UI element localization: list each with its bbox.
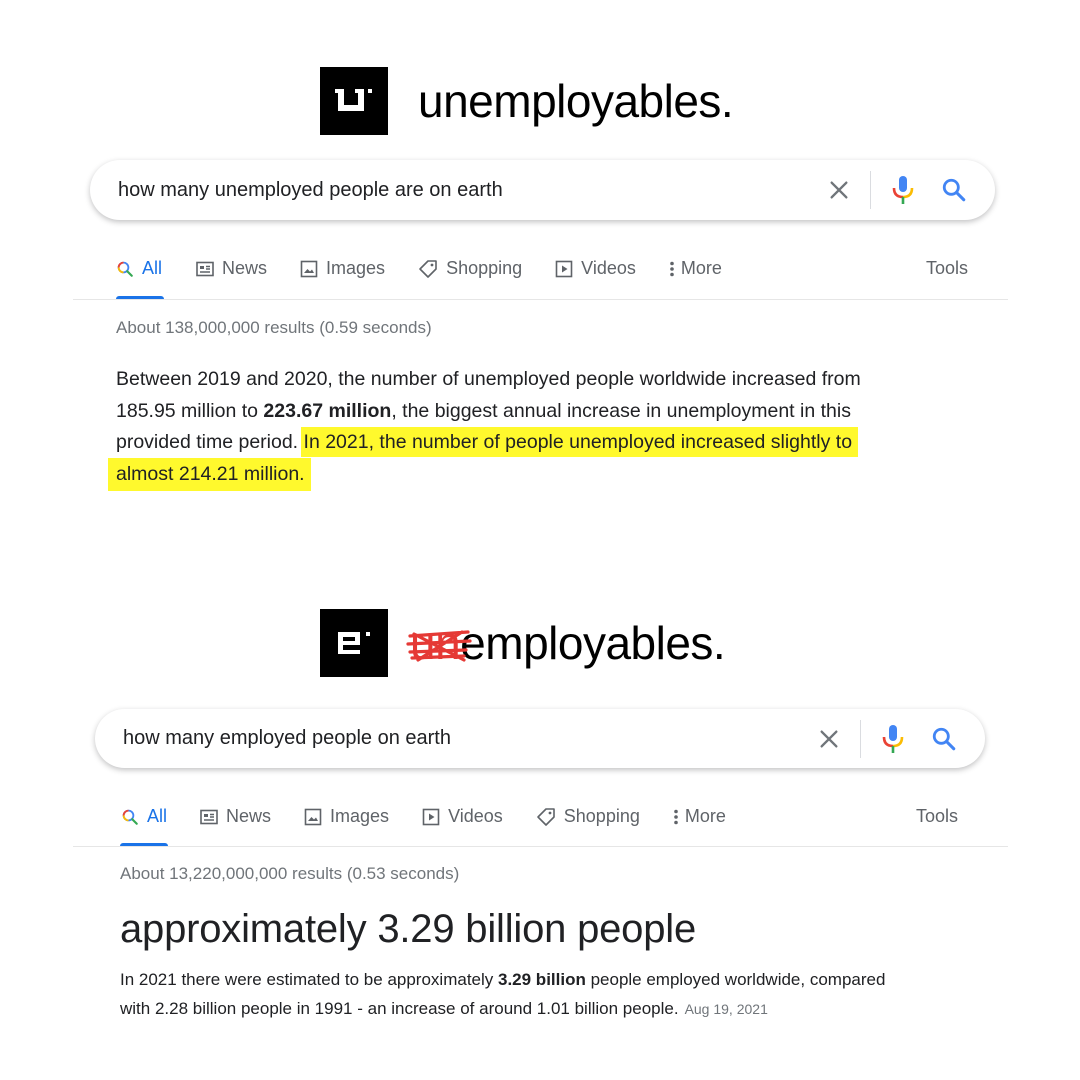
search-divider bbox=[860, 719, 861, 758]
scribble-strike-icon bbox=[406, 630, 472, 662]
tab-news[interactable]: News bbox=[200, 806, 271, 827]
tab-label: Videos bbox=[581, 258, 636, 278]
tab-videos[interactable]: Videos bbox=[422, 806, 503, 827]
tab-label: News bbox=[222, 258, 268, 278]
image-icon bbox=[300, 260, 318, 278]
tab-videos[interactable]: Videos bbox=[555, 258, 636, 279]
snippet-line: In 2021 there were estimated to be appro… bbox=[120, 970, 886, 989]
search-tabs: All News Images Videos Shopping More bbox=[121, 806, 726, 827]
tab-label: Images bbox=[330, 806, 390, 826]
search-divider bbox=[870, 171, 871, 209]
tab-all[interactable]: All bbox=[116, 258, 162, 279]
search-bar[interactable]: how many unemployed people are on earth bbox=[90, 160, 995, 220]
brand-wordmark: un employables. bbox=[406, 620, 726, 666]
tabs-divider bbox=[73, 299, 1008, 300]
e-logo-glyph-icon bbox=[338, 632, 370, 654]
tab-all[interactable]: All bbox=[121, 806, 167, 827]
tools-button[interactable]: Tools bbox=[926, 258, 968, 279]
tab-label: News bbox=[226, 806, 272, 826]
answer-headline: approximately 3.29 billion people bbox=[120, 907, 696, 951]
snippet-line: Between 2019 and 2020, the number of une… bbox=[116, 368, 861, 390]
tab-shopping[interactable]: Shopping bbox=[536, 806, 640, 827]
dots-vertical-icon bbox=[673, 808, 679, 826]
bottom-brand: un employables. bbox=[320, 609, 726, 677]
tab-images[interactable]: Images bbox=[300, 258, 385, 279]
tab-more[interactable]: More bbox=[673, 806, 726, 827]
brand-wordmark: unemployables. bbox=[418, 75, 734, 127]
news-icon bbox=[196, 261, 214, 277]
mic-icon[interactable] bbox=[881, 724, 905, 754]
featured-snippet: In 2021 there were estimated to be appro… bbox=[120, 966, 980, 1023]
employables-logo bbox=[320, 609, 388, 677]
tab-label: Shopping bbox=[446, 258, 523, 278]
tab-news[interactable]: News bbox=[196, 258, 267, 279]
tag-icon bbox=[536, 807, 556, 827]
search-input[interactable]: how many employed people on earth bbox=[123, 727, 818, 750]
top-brand: unemployables. bbox=[320, 67, 734, 135]
search-bar[interactable]: how many employed people on earth bbox=[95, 709, 985, 768]
unemployables-logo bbox=[320, 67, 388, 135]
tab-label: Videos bbox=[448, 806, 503, 826]
struck-prefix: un bbox=[406, 620, 472, 666]
clear-icon[interactable] bbox=[818, 728, 840, 750]
tools-button[interactable]: Tools bbox=[916, 806, 958, 827]
featured-snippet: Between 2019 and 2020, the number of une… bbox=[108, 364, 956, 491]
snippet-date: Aug 19, 2021 bbox=[684, 1000, 768, 1017]
snippet-line: with 2.28 billion people in 1991 - an in… bbox=[120, 998, 768, 1018]
snippet-line: provided time period. In 2021, the numbe… bbox=[116, 427, 956, 459]
search-tabs: All News Images Shopping Videos More bbox=[116, 258, 722, 279]
tab-shopping[interactable]: Shopping bbox=[418, 258, 522, 279]
clear-icon[interactable] bbox=[828, 179, 850, 201]
news-icon bbox=[200, 809, 218, 825]
search-icon[interactable] bbox=[931, 726, 957, 752]
tab-label: All bbox=[142, 258, 163, 278]
tab-label: Shopping bbox=[563, 806, 640, 826]
snippet-line: almost 214.21 million. bbox=[108, 457, 956, 491]
search-icon bbox=[116, 260, 134, 278]
tab-label: All bbox=[147, 806, 168, 826]
search-icon[interactable] bbox=[941, 177, 967, 203]
result-stats: About 13,220,000,000 results (0.53 secon… bbox=[120, 864, 460, 883]
search-input[interactable]: how many unemployed people are on earth bbox=[118, 179, 828, 202]
highlighted-text: In 2021, the number of people unemployed… bbox=[300, 427, 859, 457]
tab-label: More bbox=[680, 258, 722, 278]
mic-icon[interactable] bbox=[891, 175, 915, 205]
highlighted-text: almost 214.21 million. bbox=[108, 457, 311, 491]
tab-label: More bbox=[684, 806, 726, 826]
u-logo-glyph-icon bbox=[335, 89, 372, 111]
tab-images[interactable]: Images bbox=[304, 806, 389, 827]
play-icon bbox=[422, 808, 440, 826]
snippet-bold: 3.29 billion bbox=[498, 970, 586, 989]
play-icon bbox=[555, 260, 573, 278]
tab-label: Images bbox=[326, 258, 386, 278]
result-stats: About 138,000,000 results (0.59 seconds) bbox=[116, 318, 432, 337]
image-icon bbox=[304, 808, 322, 826]
tag-icon bbox=[418, 259, 438, 279]
tab-more[interactable]: More bbox=[669, 258, 722, 279]
search-icon bbox=[121, 808, 139, 826]
snippet-line: 185.95 million to 223.67 million, the bi… bbox=[116, 399, 851, 422]
tabs-divider bbox=[73, 846, 1008, 847]
dots-vertical-icon bbox=[669, 260, 675, 278]
snippet-bold: 223.67 million bbox=[263, 399, 392, 422]
